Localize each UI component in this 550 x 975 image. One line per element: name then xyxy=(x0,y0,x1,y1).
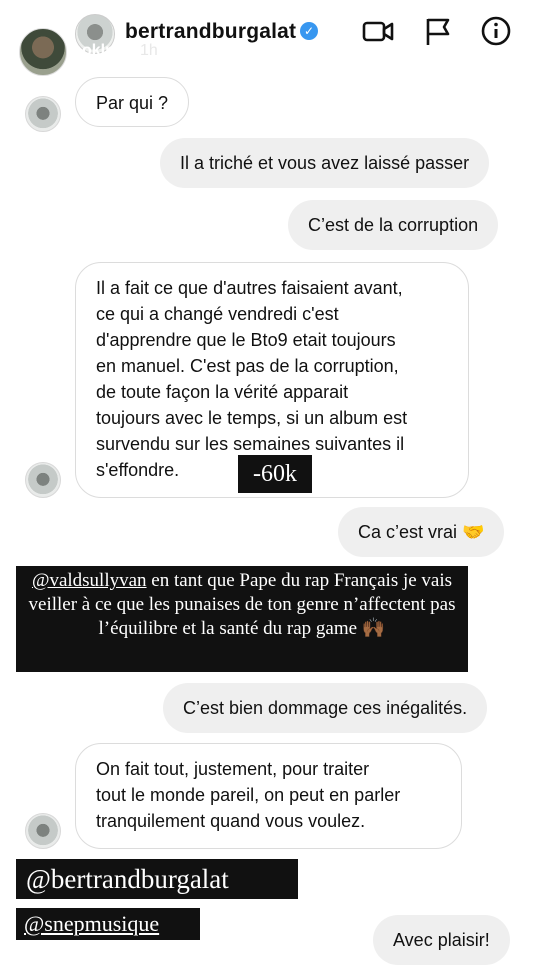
story-username[interactable]: oklm xyxy=(82,42,119,60)
mention-tag-snep[interactable]: @snepmusique xyxy=(16,908,200,940)
message-line: de toute façon la vérité apparait xyxy=(96,382,349,402)
flag-icon[interactable] xyxy=(422,15,454,47)
message-bubble-out: Ca c’est vrai 🤝 xyxy=(338,507,505,557)
message-line: en manuel. C'est pas de la corruption, xyxy=(96,356,399,376)
close-icon[interactable] xyxy=(506,35,536,65)
story-header: bertrandburgalat ✓ oklm 1h xyxy=(0,0,550,80)
contact-avatar xyxy=(25,462,61,498)
message-line: Il a fait ce que d'autres faisaient avan… xyxy=(96,278,403,298)
message-line: ce qui a changé vendredi c'est xyxy=(96,304,339,324)
message-line: survendu sur les semaines suivantes il xyxy=(96,434,405,454)
message-line: toujours avec le temps, si un album est xyxy=(96,408,408,428)
mention-link[interactable]: @valdsullyvan xyxy=(32,570,147,591)
contact-avatar xyxy=(25,96,61,132)
story-author-avatar[interactable] xyxy=(19,28,67,76)
message-bubble-out: C’est de la corruption xyxy=(288,200,499,250)
message-bubble-out: Avec plaisir! xyxy=(373,915,510,965)
message-bubble-out: Il a triché et vous avez laissé passer xyxy=(160,138,490,188)
dm-username[interactable]: bertrandburgalat xyxy=(125,20,296,44)
story-time: 1h xyxy=(140,42,158,59)
message-line: tout le monde pareil, on peut en parler xyxy=(96,785,401,805)
mention-tag-bertrand[interactable]: @bertrandburgalat xyxy=(16,859,298,899)
contact-avatar xyxy=(25,813,61,849)
message-bubble-in: Par qui ? xyxy=(75,77,190,127)
message-bubble-in-long: On fait tout, justement, pour traiter to… xyxy=(75,743,462,849)
message-line: On fait tout, justement, pour traiter xyxy=(96,759,370,779)
message-line: d'apprendre que le Bto9 etait toujours xyxy=(96,330,396,350)
overlay-text-60k: -60k xyxy=(238,455,312,493)
verified-badge-icon: ✓ xyxy=(300,22,318,40)
video-call-icon[interactable] xyxy=(362,15,394,47)
message-line: tranquilement quand vous voulez. xyxy=(96,811,366,831)
message-bubble-out: C’est bien dommage ces inégalités. xyxy=(163,683,488,733)
overlay-text-caption: @valdsullyvan en tant que Pape du rap Fr… xyxy=(16,566,468,672)
